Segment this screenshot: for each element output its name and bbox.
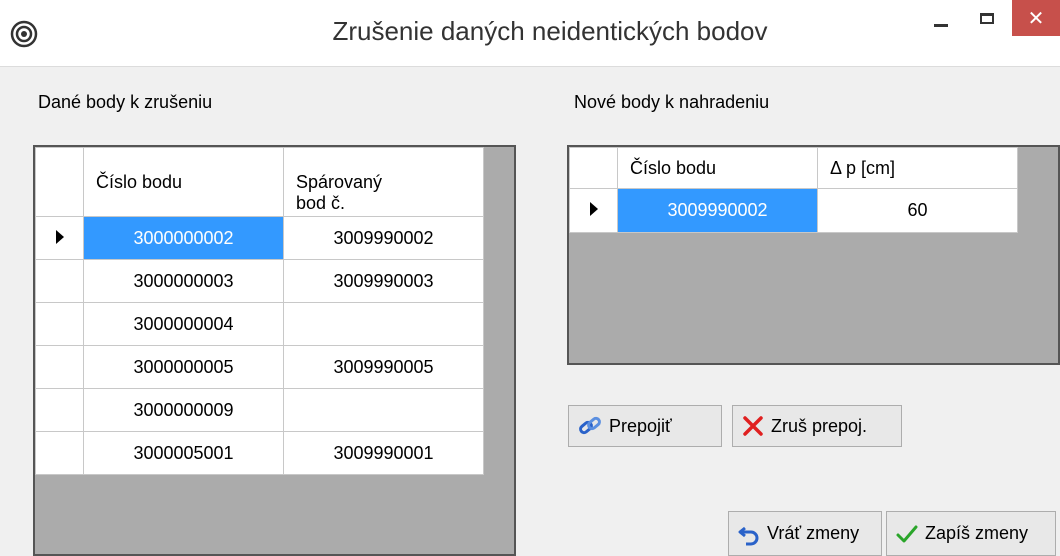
table-row[interactable]: 3000005001 3009990001 <box>35 431 484 475</box>
close-icon: ✕ <box>1027 7 1045 30</box>
table-row[interactable]: 3000000009 <box>35 388 484 432</box>
save-changes-button[interactable]: Zapíš zmeny <box>886 511 1056 556</box>
row-header[interactable] <box>569 188 618 233</box>
minimize-button[interactable] <box>918 0 964 36</box>
paired-point-cell[interactable] <box>283 302 484 346</box>
paired-point-cell[interactable]: 3009990002 <box>283 216 484 260</box>
unlink-label: Zruš prepoj. <box>771 415 868 436</box>
cancel-points-grid[interactable]: Číslo bodu Spárovaný bod č. 3000000002 3… <box>33 145 516 556</box>
relink-button[interactable]: Prepojiť <box>568 405 722 447</box>
table-row[interactable]: 3000000002 3009990002 <box>35 216 484 260</box>
paired-point-cell[interactable]: 3009990001 <box>283 431 484 475</box>
column-header-delta-p[interactable]: Δ p [cm] <box>817 147 1018 189</box>
chain-link-icon <box>579 416 601 435</box>
grid-corner-header[interactable] <box>569 147 618 189</box>
revert-changes-button[interactable]: Vráť zmeny <box>728 511 882 556</box>
red-x-icon <box>743 416 763 436</box>
current-row-arrow-icon <box>589 202 598 216</box>
right-panel-label: Nové body k nahradeniu <box>574 92 770 112</box>
column-header-point-number[interactable]: Číslo bodu <box>617 147 818 189</box>
table-row[interactable]: 3000000005 3009990005 <box>35 345 484 389</box>
left-panel-label: Dané body k zrušeniu <box>38 92 213 112</box>
point-number-cell[interactable]: 3000000004 <box>83 302 284 346</box>
row-header[interactable] <box>35 345 84 389</box>
column-header-point-number[interactable]: Číslo bodu <box>83 147 284 217</box>
window-title: Zrušenie daných neidentických bodov <box>332 16 768 46</box>
row-header[interactable] <box>35 302 84 346</box>
maximize-icon <box>980 12 994 24</box>
relink-label: Prepojiť <box>609 415 672 436</box>
point-number-cell[interactable]: 3009990002 <box>617 188 818 233</box>
maximize-button[interactable] <box>964 0 1010 36</box>
paired-point-cell[interactable]: 3009990005 <box>283 345 484 389</box>
checkmark-icon <box>896 525 918 542</box>
table-row[interactable]: 3009990002 60 <box>569 188 1018 233</box>
point-number-cell[interactable]: 3000005001 <box>83 431 284 475</box>
row-header[interactable] <box>35 431 84 475</box>
table-row[interactable]: 3000000003 3009990003 <box>35 259 484 303</box>
paired-point-cell[interactable] <box>283 388 484 432</box>
row-header[interactable] <box>35 259 84 303</box>
point-number-cell[interactable]: 3000000005 <box>83 345 284 389</box>
point-number-cell[interactable]: 3000000002 <box>83 216 284 260</box>
table-row[interactable]: 3000000004 <box>35 302 484 346</box>
current-row-arrow-icon <box>55 229 64 244</box>
row-header[interactable] <box>35 216 84 260</box>
close-button[interactable]: ✕ <box>1012 0 1060 36</box>
grid-corner-header[interactable] <box>35 147 84 217</box>
save-changes-label: Zapíš zmeny <box>925 523 1029 543</box>
column-header-paired-point[interactable]: Spárovaný bod č. <box>283 147 484 217</box>
title-bar: Zrušenie daných neidentických bodov ✕ <box>0 0 1060 67</box>
point-number-cell[interactable]: 3000000003 <box>83 259 284 303</box>
undo-arrow-icon <box>738 526 759 545</box>
revert-changes-label: Vráť zmeny <box>767 523 860 543</box>
paired-point-cell[interactable]: 3009990003 <box>283 259 484 303</box>
minimize-icon <box>934 23 948 27</box>
point-number-cell[interactable]: 3000000009 <box>83 388 284 432</box>
new-points-grid[interactable]: Číslo bodu Δ p [cm] 3009990002 60 <box>567 145 1060 365</box>
unlink-button[interactable]: Zruš prepoj. <box>732 405 902 447</box>
delta-p-cell[interactable]: 60 <box>817 188 1018 233</box>
row-header[interactable] <box>35 388 84 432</box>
